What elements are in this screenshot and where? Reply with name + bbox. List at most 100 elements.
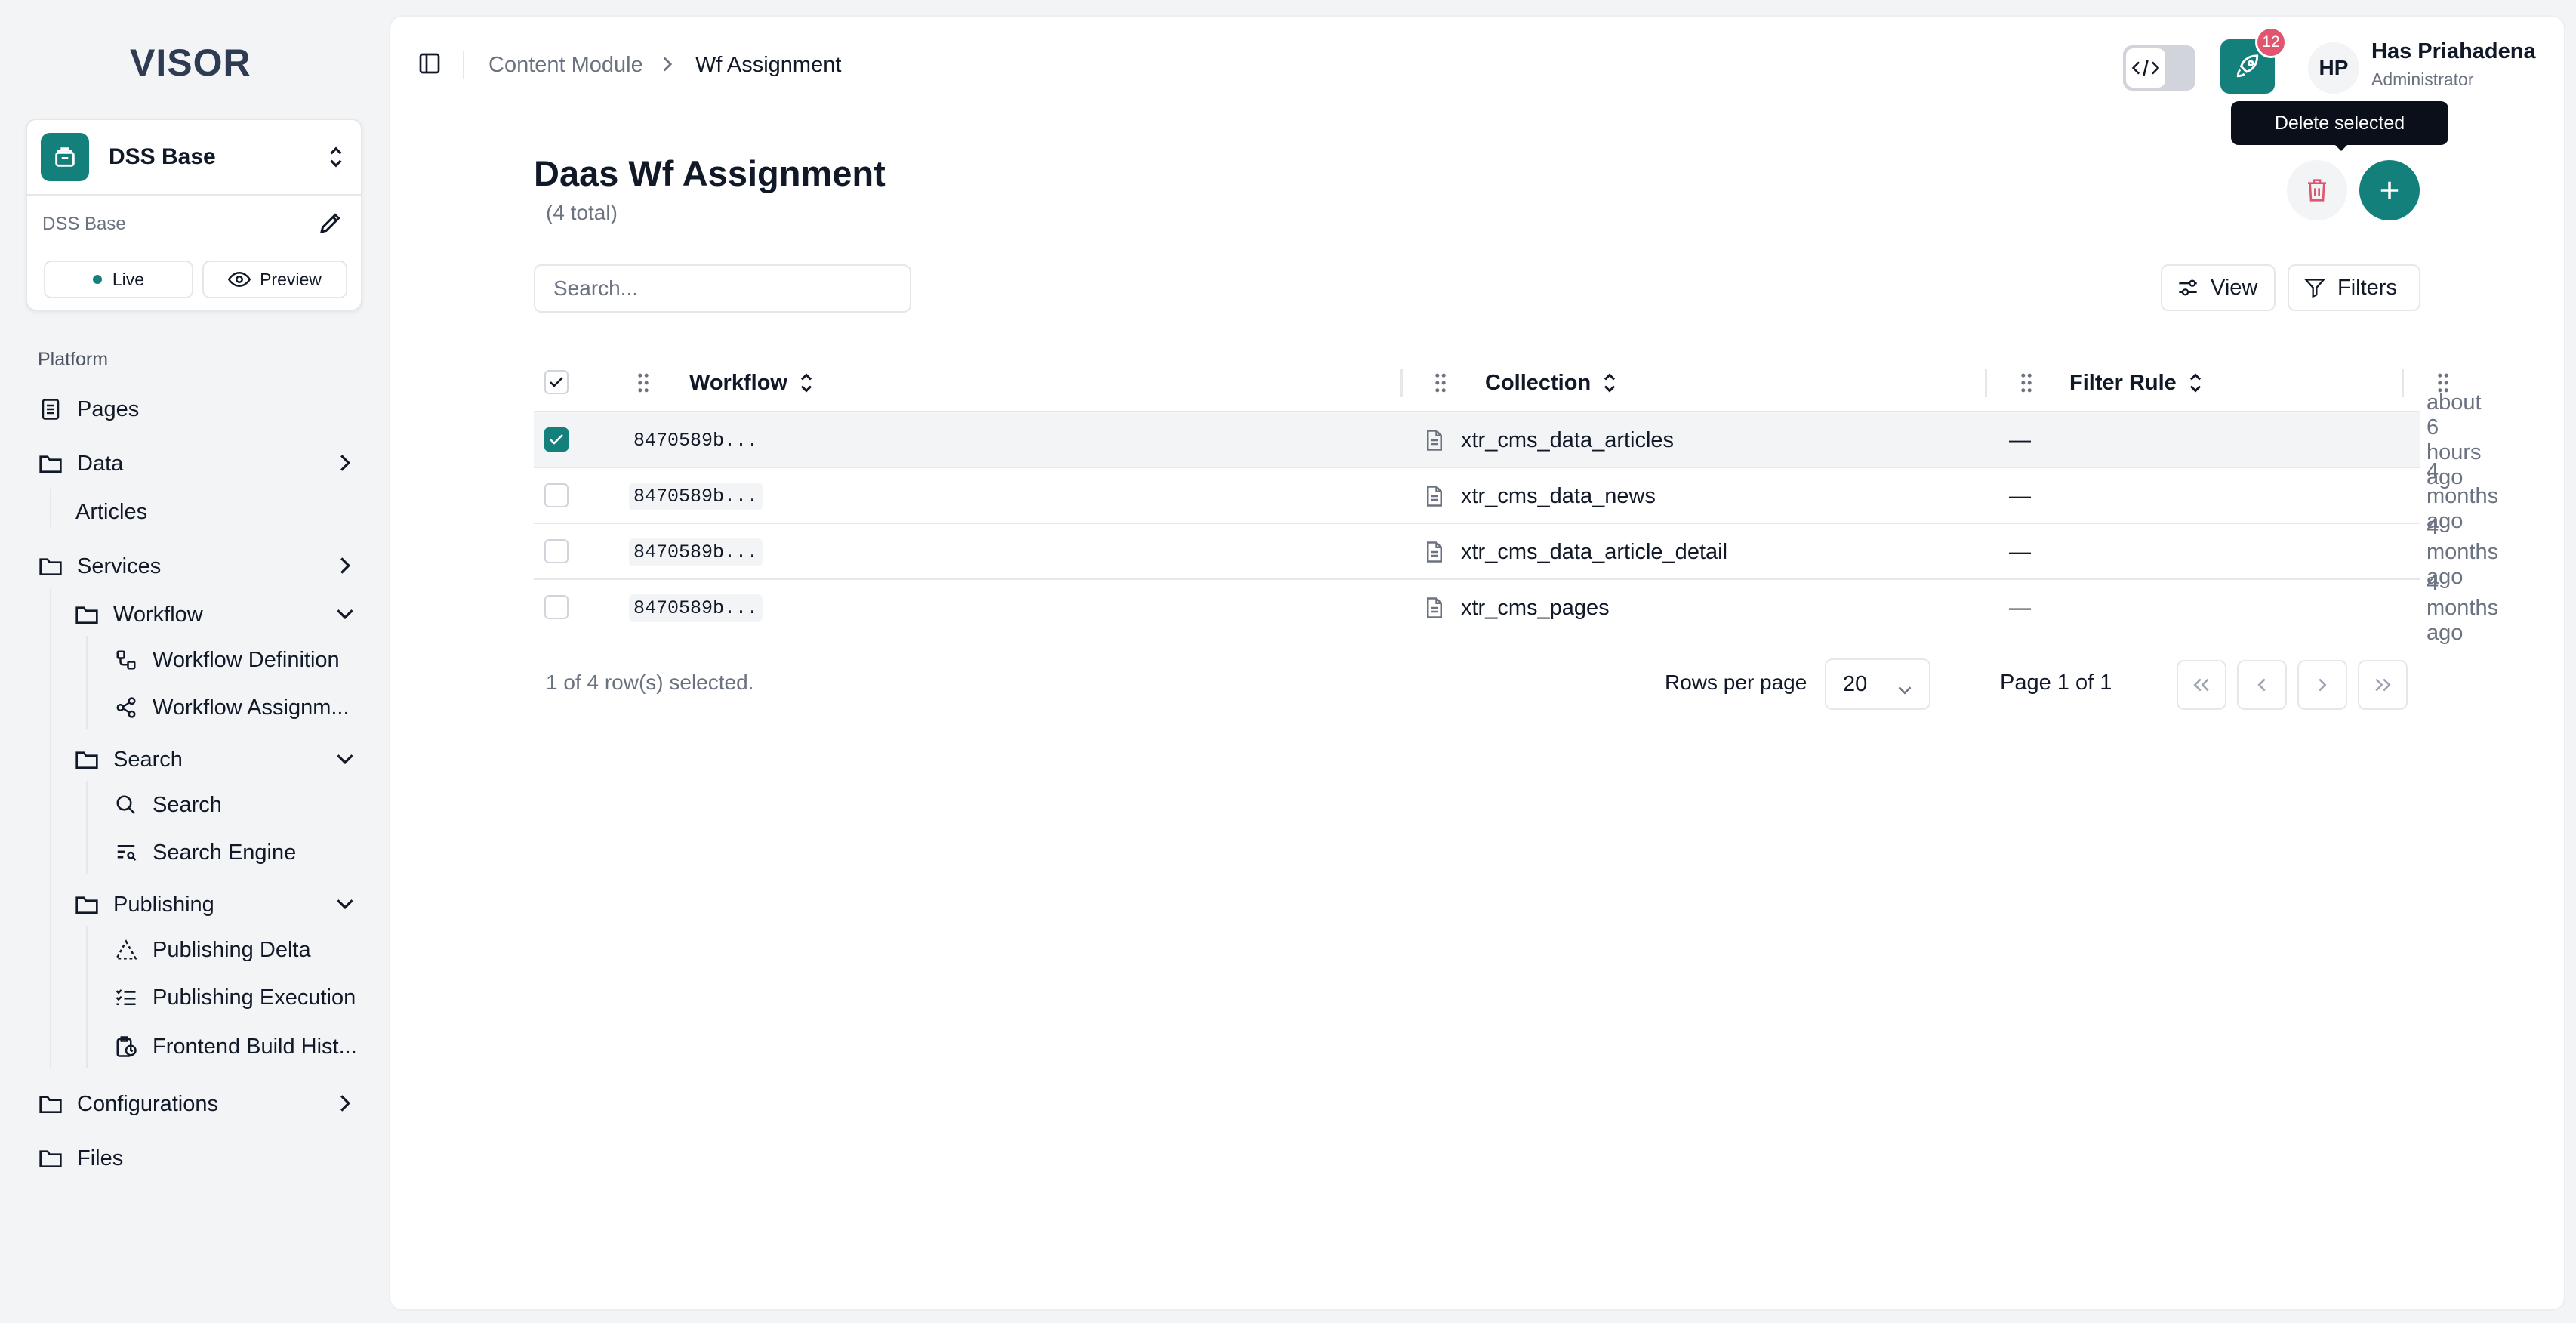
file-text-icon bbox=[1425, 541, 1444, 563]
text-search-icon bbox=[113, 840, 139, 865]
table-row[interactable]: 8470589b... xtr_cms_pages — 4 months ago bbox=[534, 571, 2498, 645]
chevron-down-icon bbox=[1897, 677, 1912, 695]
sidebar-item-label: Pages bbox=[77, 396, 140, 421]
add-button[interactable] bbox=[2359, 160, 2420, 220]
logo-text: VISOR bbox=[130, 42, 251, 84]
sidebar-item-search-engine[interactable]: Search Engine bbox=[113, 831, 296, 874]
sidebar-item-search[interactable]: Search bbox=[113, 784, 222, 826]
sidebar-item-configurations[interactable]: Configurations bbox=[38, 1083, 218, 1125]
sidebar-item-label: Workflow bbox=[113, 602, 203, 627]
sidebar-item-label: Search Engine bbox=[153, 840, 297, 865]
sidebar-item-articles[interactable]: Articles bbox=[75, 491, 147, 533]
chevron-right-icon[interactable] bbox=[334, 1092, 356, 1115]
column-label: Filter Rule bbox=[2069, 370, 2177, 395]
sidebar-item-workflow-definition[interactable]: Workflow Definition bbox=[113, 639, 340, 681]
sidebar-item-publishing-delta[interactable]: Publishing Delta bbox=[113, 929, 311, 971]
sidebar-item-workflow[interactable]: Workflow bbox=[74, 594, 203, 636]
sidebar: VISOR DSS Base DSS Base Live Preview Pla… bbox=[0, 0, 389, 1323]
sidebar-item-workflow-assignment[interactable]: Workflow Assignm... bbox=[113, 686, 350, 729]
clipboard-clock-icon bbox=[113, 1034, 139, 1059]
sidebar-item-search-group[interactable]: Search bbox=[74, 739, 183, 781]
rows-per-page-select[interactable]: 20 bbox=[1825, 658, 1930, 710]
collection-name: xtr_cms_data_article_detail bbox=[1461, 539, 1728, 564]
drag-handle-icon[interactable] bbox=[1434, 372, 1447, 393]
select-all-checkbox[interactable] bbox=[544, 370, 569, 394]
view-button[interactable]: View bbox=[2161, 264, 2276, 311]
user-role: Administrator bbox=[2371, 69, 2474, 89]
chevron-down-icon[interactable] bbox=[334, 748, 356, 770]
file-list-icon bbox=[38, 396, 63, 422]
eye-icon bbox=[228, 271, 251, 288]
column-resizer[interactable] bbox=[1400, 369, 1403, 397]
main-panel: Content Module Wf Assignment 12 HP Has P… bbox=[389, 15, 2565, 1311]
first-page-button[interactable] bbox=[2177, 660, 2226, 710]
live-button[interactable]: Live bbox=[44, 261, 193, 298]
column-resizer[interactable] bbox=[1985, 369, 1987, 397]
share-nodes-icon bbox=[113, 695, 139, 720]
workspace-switcher[interactable]: DSS Base bbox=[27, 120, 361, 196]
chevron-down-icon[interactable] bbox=[334, 893, 356, 915]
row-checkbox[interactable] bbox=[544, 483, 569, 507]
column-header-workflow[interactable]: Workflow bbox=[689, 353, 816, 412]
row-checkbox[interactable] bbox=[544, 427, 569, 452]
sidebar-item-pages[interactable]: Pages bbox=[38, 388, 139, 430]
workspace-subtitle: DSS Base bbox=[42, 214, 126, 234]
breadcrumb-content-module[interactable]: Content Module bbox=[488, 53, 643, 78]
previous-page-button[interactable] bbox=[2237, 660, 2287, 710]
chevron-down-icon[interactable] bbox=[334, 603, 356, 625]
drag-handle-icon[interactable] bbox=[636, 372, 650, 393]
delete-selected-button[interactable] bbox=[2287, 160, 2347, 220]
drag-handle-icon[interactable] bbox=[2020, 372, 2033, 393]
preview-button[interactable]: Preview bbox=[202, 261, 347, 298]
search-input[interactable] bbox=[534, 264, 911, 313]
sidebar-section-label: Platform bbox=[38, 349, 109, 370]
app-root: VISOR DSS Base DSS Base Live Preview Pla… bbox=[0, 0, 2576, 1323]
last-page-button[interactable] bbox=[2358, 660, 2408, 710]
column-label: Collection bbox=[1485, 370, 1592, 395]
chevron-right-icon[interactable] bbox=[334, 554, 356, 577]
rows-per-page-value: 20 bbox=[1843, 671, 1868, 696]
view-label: View bbox=[2211, 275, 2258, 300]
avatar[interactable]: HP bbox=[2308, 42, 2359, 94]
collection-name: xtr_cms_pages bbox=[1461, 595, 1610, 620]
next-page-button[interactable] bbox=[2297, 660, 2347, 710]
sidebar-item-label: Data bbox=[77, 451, 124, 476]
sidebar-toggle-icon[interactable] bbox=[418, 51, 445, 79]
tree-line bbox=[50, 489, 51, 527]
chevron-right-icon[interactable] bbox=[334, 452, 356, 474]
sidebar-item-services[interactable]: Services bbox=[38, 545, 161, 587]
filters-button[interactable]: Filters bbox=[2288, 264, 2420, 311]
row-checkbox[interactable] bbox=[544, 539, 569, 563]
column-resizer[interactable] bbox=[2402, 369, 2404, 397]
search-icon bbox=[113, 792, 139, 818]
table-row[interactable]: 8470589b... xtr_cms_data_article_detail … bbox=[534, 515, 2498, 589]
live-label: Live bbox=[112, 269, 145, 289]
rows-per-page-label: Rows per page bbox=[1665, 671, 1807, 694]
sliders-icon bbox=[2177, 276, 2200, 299]
divider bbox=[463, 51, 464, 79]
plus-icon bbox=[2379, 180, 2400, 201]
sidebar-item-label: Publishing bbox=[113, 892, 214, 917]
column-header-filter-rule[interactable]: Filter Rule bbox=[2069, 353, 2205, 412]
pencil-icon[interactable] bbox=[317, 209, 344, 236]
sidebar-item-files[interactable]: Files bbox=[38, 1137, 123, 1180]
page-info: Page 1 of 1 bbox=[2000, 671, 2112, 695]
workflow-icon bbox=[113, 647, 139, 673]
row-checkbox[interactable] bbox=[544, 595, 569, 619]
column-label: Workflow bbox=[689, 370, 787, 395]
workflow-id: 8470589b... bbox=[629, 426, 763, 455]
sidebar-item-publishing-execution[interactable]: Publishing Execution bbox=[113, 976, 356, 1019]
table-header: Workflow Collection Filter Rule bbox=[534, 353, 2448, 412]
sidebar-item-data[interactable]: Data bbox=[38, 443, 123, 485]
collection-name: xtr_cms_data_articles bbox=[1461, 427, 1675, 452]
sidebar-item-label: Articles bbox=[75, 499, 148, 524]
rocket-icon bbox=[2235, 54, 2260, 79]
code-mode-toggle[interactable] bbox=[2123, 45, 2195, 91]
table-row[interactable]: 8470589b... xtr_cms_data_news — 4 months… bbox=[534, 459, 2498, 533]
table-row[interactable]: 8470589b... xtr_cms_data_articles — abou… bbox=[534, 390, 2482, 489]
sort-icon bbox=[800, 372, 816, 394]
column-header-collection[interactable]: Collection bbox=[1485, 353, 1619, 412]
sort-icon bbox=[2189, 372, 2205, 394]
sidebar-item-frontend-build[interactable]: Frontend Build Hist... bbox=[113, 1025, 357, 1068]
sidebar-item-publishing[interactable]: Publishing bbox=[74, 884, 214, 926]
